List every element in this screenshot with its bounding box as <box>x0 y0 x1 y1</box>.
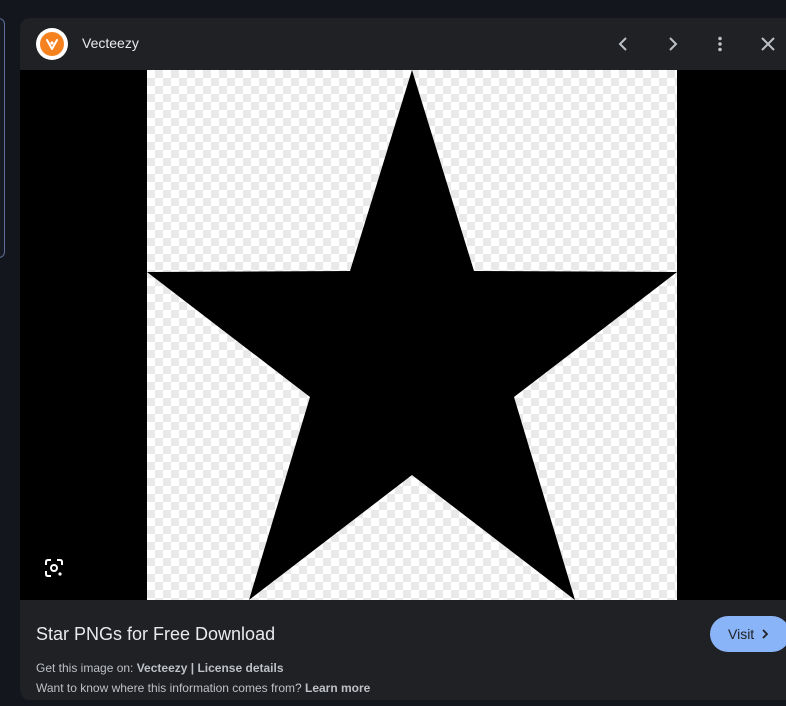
image-preview-panel: Vecteezy Star PNGs for Free Download Vis… <box>20 18 786 700</box>
visit-button[interactable]: Visit <box>710 616 786 652</box>
source-link[interactable]: Vecteezy <box>137 661 188 675</box>
google-lens-icon <box>45 559 63 577</box>
next-button[interactable] <box>658 30 686 58</box>
close-button[interactable] <box>754 30 782 58</box>
source-name[interactable]: Vecteezy <box>82 35 139 51</box>
info-source-line: Want to know where this information come… <box>36 681 370 695</box>
source-info-line: Get this image on: Vecteezy | License de… <box>36 661 284 675</box>
chevron-right-icon <box>669 37 678 51</box>
google-lens-button[interactable] <box>42 556 66 580</box>
close-icon <box>761 37 775 51</box>
vecteezy-logo-icon[interactable] <box>36 28 68 60</box>
image-title: Star PNGs for Free Download <box>36 624 276 644</box>
get-image-prefix: Get this image on: <box>36 661 137 675</box>
star-icon <box>147 70 677 600</box>
preview-header: Vecteezy <box>20 18 786 70</box>
visit-label: Visit <box>728 626 755 642</box>
learn-more-link[interactable]: Learn more <box>305 681 370 695</box>
chevron-right-icon <box>762 629 769 639</box>
more-options-button[interactable] <box>706 30 734 58</box>
separator: | <box>187 661 198 675</box>
license-details-link[interactable]: License details <box>197 661 283 675</box>
info-question: Want to know where this information come… <box>36 681 305 695</box>
image-viewer[interactable] <box>20 70 786 600</box>
preview-image[interactable] <box>147 70 677 600</box>
page: Vecteezy Star PNGs for Free Download Vis… <box>0 0 786 706</box>
chevron-left-icon <box>618 37 627 51</box>
previous-result-card-edge[interactable] <box>0 18 5 258</box>
more-vert-icon <box>718 36 722 52</box>
previous-button[interactable] <box>610 30 638 58</box>
